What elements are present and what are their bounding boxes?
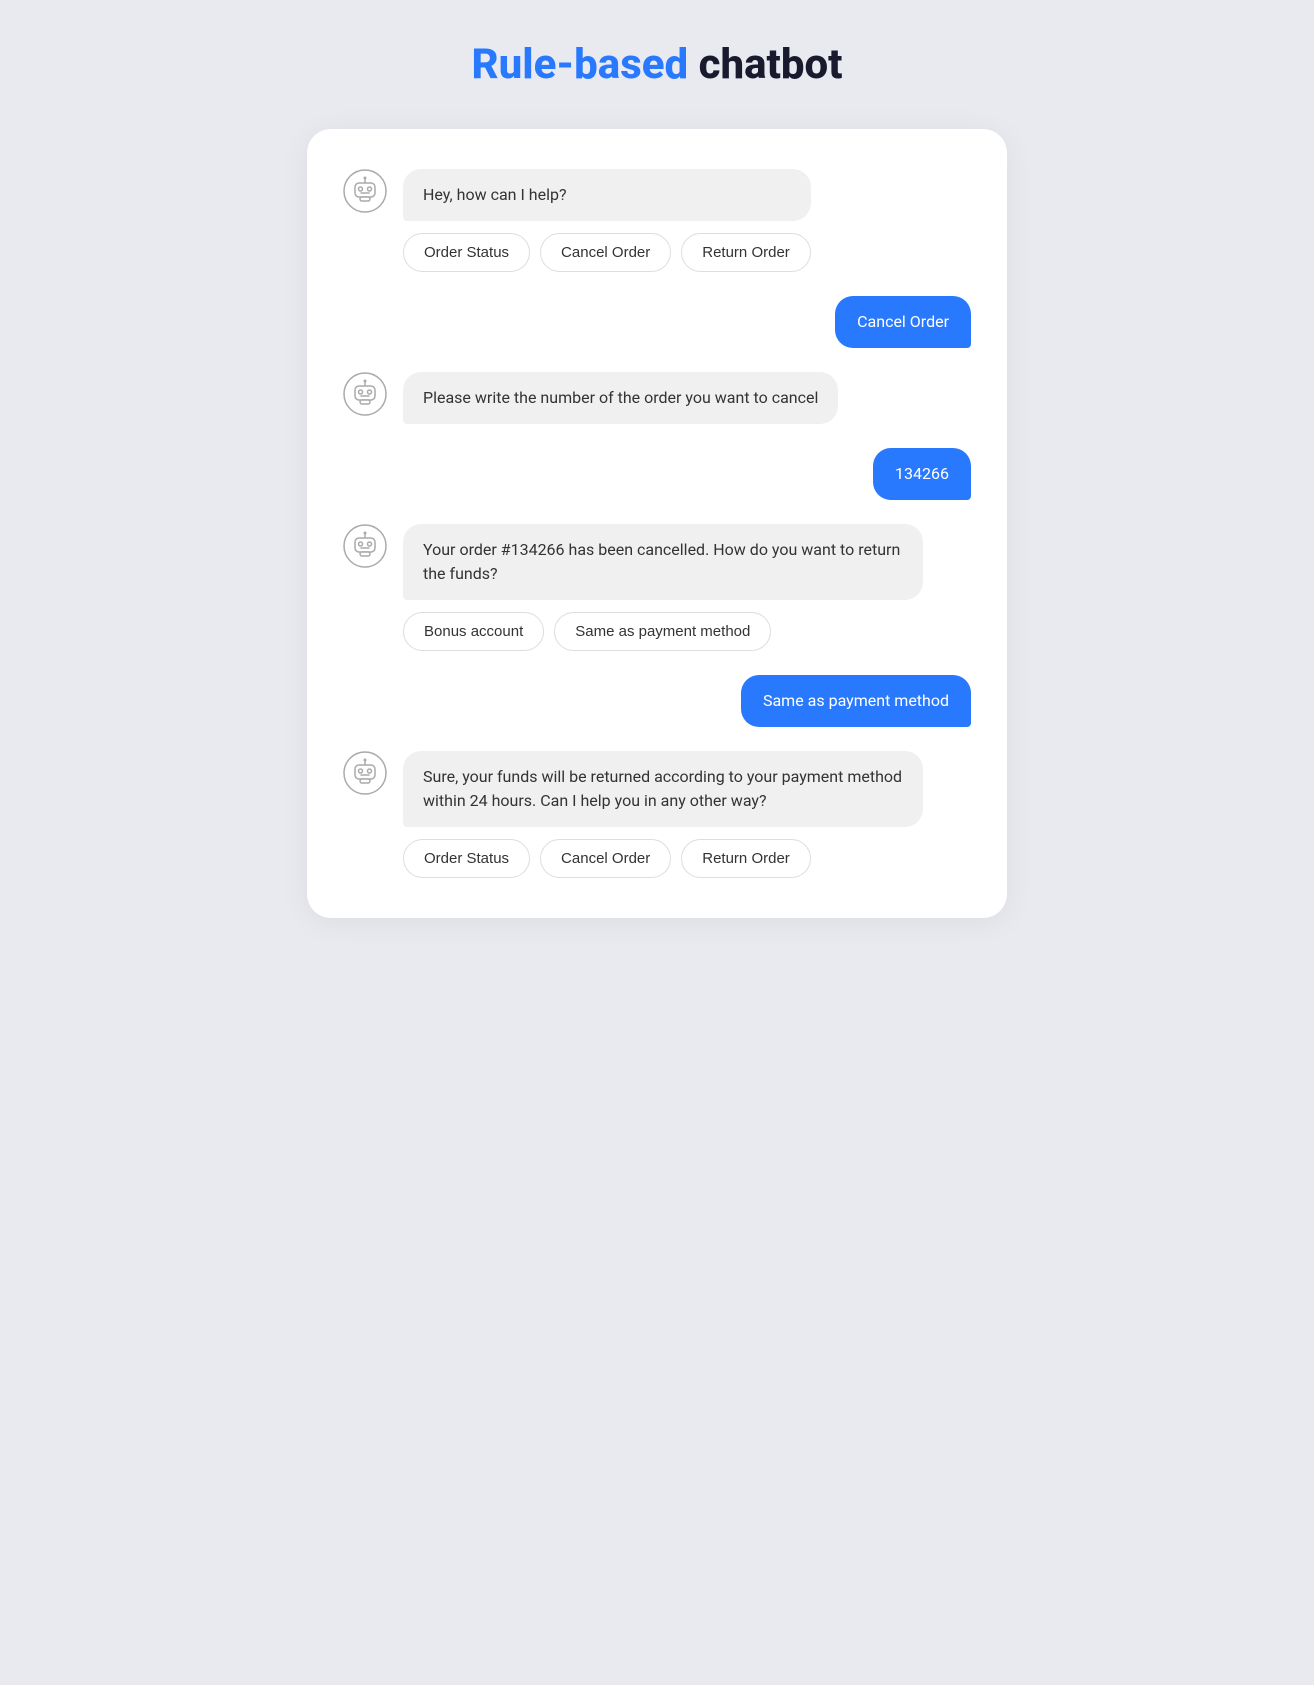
bot-bubble: Hey, how can I help?: [403, 169, 811, 221]
bot-bubble: Please write the number of the order you…: [403, 372, 838, 424]
quick-replies: Order Status Cancel Order Return Order: [403, 839, 923, 878]
quick-replies: Bonus account Same as payment method: [403, 612, 923, 651]
quick-reply-button[interactable]: Return Order: [681, 839, 811, 878]
quick-reply-button[interactable]: Return Order: [681, 233, 811, 272]
chat-container: Hey, how can I help? Order Status Cancel O…: [307, 129, 1007, 918]
bot-message-row: Hey, how can I help? Order Status Cancel O…: [343, 169, 971, 272]
quick-reply-button[interactable]: Order Status: [403, 839, 530, 878]
bot-bubble: Sure, your funds will be returned accord…: [403, 751, 923, 827]
bot-message-row: Your order #134266 has been cancelled. H…: [343, 524, 971, 651]
bot-message-row: Please write the number of the order you…: [343, 372, 971, 424]
bot-avatar-icon: [343, 372, 387, 416]
user-message-row: Same as payment method: [343, 675, 971, 727]
quick-reply-button[interactable]: Order Status: [403, 233, 530, 272]
user-bubble: Same as payment method: [741, 675, 971, 727]
user-message-row: 134266: [343, 448, 971, 500]
quick-reply-button[interactable]: Cancel Order: [540, 233, 671, 272]
page-title: Rule-based chatbot: [472, 40, 843, 89]
bot-bubble: Your order #134266 has been cancelled. H…: [403, 524, 923, 600]
title-highlight: Rule-based: [472, 40, 689, 89]
bot-content: Please write the number of the order you…: [403, 372, 838, 424]
title-normal: chatbot: [699, 40, 843, 89]
quick-reply-button[interactable]: Cancel Order: [540, 839, 671, 878]
bot-avatar-icon: [343, 524, 387, 568]
quick-replies: Order Status Cancel Order Return Order: [403, 233, 811, 272]
page-wrapper: Rule-based chatbot Hey, how can I help? O…: [307, 40, 1007, 918]
bot-content: Hey, how can I help? Order Status Cancel O…: [403, 169, 811, 272]
user-bubble: 134266: [873, 448, 971, 500]
bot-content: Your order #134266 has been cancelled. H…: [403, 524, 923, 651]
quick-reply-button[interactable]: Bonus account: [403, 612, 544, 651]
bot-avatar-icon: [343, 751, 387, 795]
quick-reply-button[interactable]: Same as payment method: [554, 612, 771, 651]
bot-content: Sure, your funds will be returned accord…: [403, 751, 923, 878]
bot-avatar-icon: [343, 169, 387, 213]
user-message-row: Cancel Order: [343, 296, 971, 348]
bot-message-row: Sure, your funds will be returned accord…: [343, 751, 971, 878]
user-bubble: Cancel Order: [835, 296, 971, 348]
